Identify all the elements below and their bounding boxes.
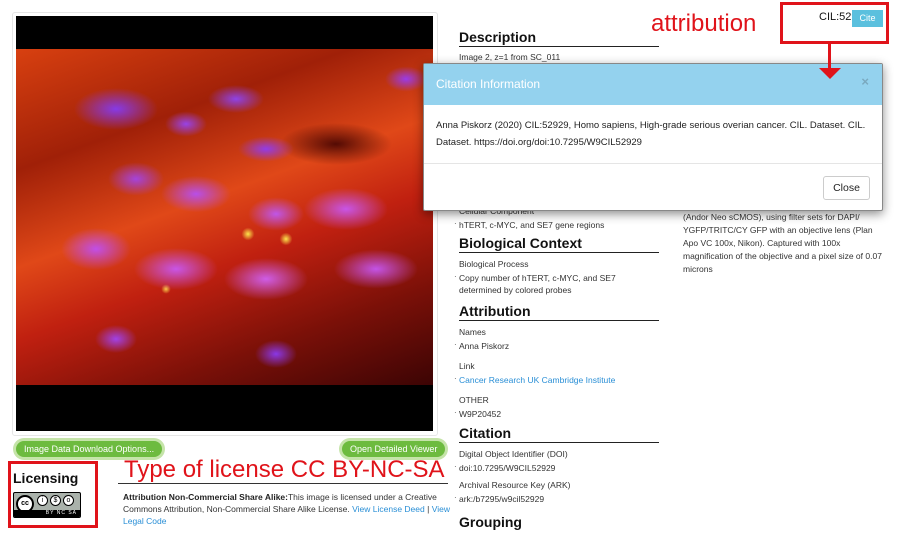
close-icon[interactable]: × [861,74,869,89]
microscopy-image[interactable] [16,49,433,385]
cil-highlight-box [780,2,889,44]
license-annotation: Type of license CC BY-NC-SA [124,456,445,483]
other-value: W9P20452 [454,407,659,420]
close-button[interactable]: Close [823,176,870,200]
modal-header: Citation Information × [424,64,882,105]
citation-heading: Citation [459,425,659,443]
names-label: Names [459,327,486,337]
link-separator: | [424,504,432,514]
cellular-component-value: hTERT, c-MYC, and SE7 gene regions [454,218,659,231]
attribution-annotation: attribution [651,10,757,37]
attribution-heading: Attribution [459,303,659,321]
arrow-down-icon [819,68,841,79]
ark-value: ark:/b7295/w9cil52929 [454,492,659,505]
biological-process-value: Copy number of hTERT, c-MYC, and SE7 det… [454,271,659,296]
biological-process-label: Biological Process [459,259,529,269]
license-title: Attribution Non-Commercial Share Alike: [123,492,288,502]
names-value: Anna Piskorz [454,339,659,352]
biological-context-section: Biological Context Biological Process Co… [454,235,659,296]
license-description: Attribution Non-Commercial Share Alike:T… [123,491,453,527]
other-label: OTHER [459,395,489,405]
grouping-section: Grouping [459,514,659,531]
modal-title: Citation Information [436,77,541,91]
image-data-download-button[interactable]: Image Data Download Options... [16,441,163,457]
acquisition-details-text: (Andor Neo sCMOS), using filter sets for… [683,212,882,274]
image-panel [12,12,438,436]
description-text: Image 2, z=1 from SC_011 [459,52,561,62]
attribution-section: Attribution Names Anna Piskorz Link Canc… [454,303,659,420]
biological-context-heading: Biological Context [459,235,659,253]
modal-body: Anna Piskorz (2020) CIL:52929, Homo sapi… [424,105,882,164]
link-value-row: Cancer Research UK Cambridge Institute [454,373,659,386]
ark-label: Archival Resource Key (ARK) [459,480,571,490]
citation-modal: Citation Information × Anna Piskorz (202… [423,63,883,211]
description-section: Description Image 2, z=1 from SC_011 [459,29,659,62]
doi-value: doi:10.7295/W9CIL52929 [454,461,659,474]
doi-label: Digital Object Identifier (DOI) [459,449,568,459]
image-frame [16,16,433,431]
annotation-arrow-line [828,44,831,70]
link-label: Link [459,361,475,371]
institute-link[interactable]: Cancer Research UK Cambridge Institute [459,375,615,385]
citation-section: Citation Digital Object Identifier (DOI)… [454,425,659,505]
open-detailed-viewer-button[interactable]: Open Detailed Viewer [342,441,446,457]
grouping-heading: Grouping [459,514,522,530]
description-heading: Description [459,29,659,47]
licensing-highlight-box [8,461,98,528]
view-license-deed-link[interactable]: View License Deed [352,504,425,514]
